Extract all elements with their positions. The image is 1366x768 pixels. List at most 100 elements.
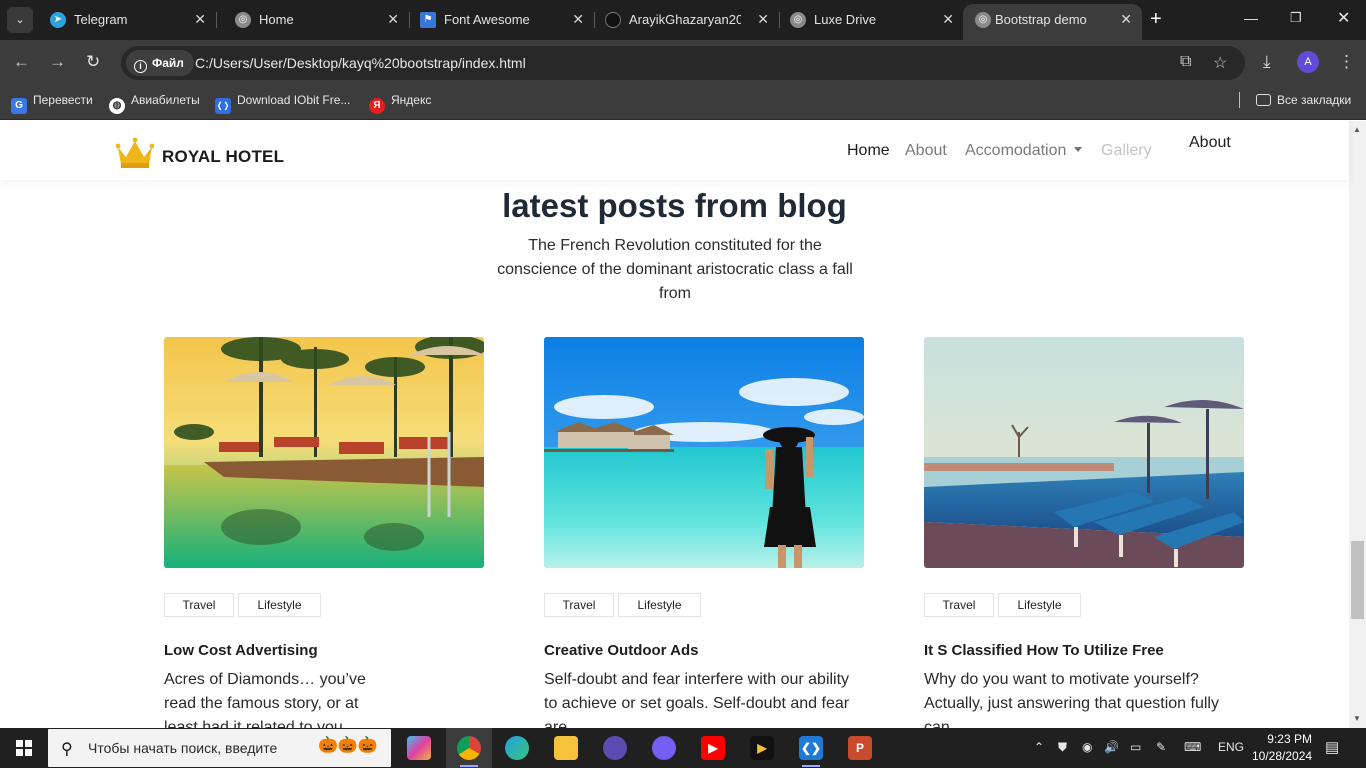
youtube-icon[interactable]: ▶ bbox=[701, 736, 725, 760]
chrome-icon[interactable] bbox=[457, 736, 481, 760]
network-icon[interactable]: ▭ bbox=[1130, 740, 1141, 754]
search-placeholder: Чтобы начать поиск, введите bbox=[88, 740, 278, 756]
globe-icon: ◍ bbox=[109, 98, 125, 114]
bookmarks-bar: G Перевести ◍ Авиабилеты ❬❭ Download IObit … bbox=[0, 86, 1366, 120]
nav-home[interactable]: Home bbox=[847, 142, 890, 160]
close-tab-icon[interactable]: ✕ bbox=[572, 11, 584, 28]
infinity-pool-image[interactable] bbox=[924, 337, 1244, 568]
folder-icon bbox=[1256, 94, 1271, 106]
nav-about[interactable]: About bbox=[905, 142, 947, 160]
restore-button[interactable]: ❐ bbox=[1290, 10, 1302, 26]
tab-font-awesome[interactable]: ⚑ Font Awesome ✕ bbox=[408, 4, 595, 36]
reload-icon[interactable]: ↻ bbox=[86, 52, 100, 72]
resort-pool-image[interactable] bbox=[164, 337, 484, 568]
powerpoint-icon[interactable]: P bbox=[848, 736, 872, 760]
media-player-icon[interactable]: ▶ bbox=[750, 736, 774, 760]
bookmark-translate[interactable]: G Перевести bbox=[11, 93, 93, 114]
close-tab-icon[interactable]: ✕ bbox=[1120, 11, 1132, 28]
keyboard-icon[interactable]: ⌨ bbox=[1184, 740, 1201, 754]
windows-start-icon[interactable] bbox=[16, 740, 32, 756]
globe-icon: ◎ bbox=[790, 12, 806, 28]
translate-icon[interactable]: ⧉ bbox=[1180, 53, 1191, 71]
tab-title: Telegram bbox=[74, 12, 128, 27]
tag-travel[interactable]: Travel bbox=[924, 593, 994, 617]
bookmark-iobit[interactable]: ❬❭ Download IObit Fre... bbox=[215, 93, 350, 114]
github-icon bbox=[605, 12, 621, 28]
tab-bootstrap-demo[interactable]: ◎ Bootstrap demo ✕ bbox=[963, 4, 1142, 40]
scrollbar-thumb[interactable] bbox=[1351, 541, 1364, 619]
tab-luxe-drive[interactable]: ◎ Luxe Drive ✕ bbox=[778, 4, 964, 36]
post-title[interactable]: Creative Outdoor Ads bbox=[544, 642, 698, 659]
minimize-button[interactable]: — bbox=[1244, 10, 1258, 26]
taskbar: ⚲ Чтобы начать поиск, введите 🎃🎃🎃 ▶ ▶ ❮❯… bbox=[0, 728, 1366, 768]
close-tab-icon[interactable]: ✕ bbox=[942, 11, 954, 28]
tab-home[interactable]: ◎ Home ✕ bbox=[223, 4, 410, 36]
tab-telegram[interactable]: ➤ Telegram ✕ bbox=[38, 4, 217, 36]
vscode-icon[interactable]: ❮❯ bbox=[799, 736, 823, 760]
bookmark-star-icon[interactable]: ☆ bbox=[1213, 53, 1227, 73]
file-explorer-icon[interactable] bbox=[554, 736, 578, 760]
info-icon: i bbox=[134, 60, 147, 73]
viber-icon[interactable] bbox=[652, 736, 676, 760]
pumpkins-icon: 🎃🎃🎃 bbox=[318, 737, 378, 754]
tag-lifestyle[interactable]: Lifestyle bbox=[618, 593, 701, 617]
toolbar: ← → ↻ i Файл C:/Users/User/Desktop/kayq%2… bbox=[0, 40, 1366, 86]
tab-title: Luxe Drive bbox=[814, 12, 877, 27]
camera-icon[interactable]: ◉ bbox=[1082, 740, 1092, 754]
page-viewport: ROYAL HOTEL Home About Accomodation Gall… bbox=[0, 121, 1366, 728]
scroll-up-arrow-icon[interactable]: ▲ bbox=[1353, 125, 1361, 134]
page-scrollbar[interactable] bbox=[1349, 121, 1366, 728]
language-indicator[interactable]: ENG bbox=[1218, 740, 1244, 754]
tab-search-button[interactable]: ⌄ bbox=[7, 7, 33, 33]
bookmark-yandex[interactable]: Я Яндекс bbox=[369, 93, 431, 114]
google-translate-icon: G bbox=[11, 98, 27, 114]
tag-lifestyle[interactable]: Lifestyle bbox=[238, 593, 321, 617]
security-icon[interactable]: ⛊ bbox=[1058, 740, 1067, 755]
close-tab-icon[interactable]: ✕ bbox=[757, 11, 769, 28]
url-text[interactable]: C:/Users/User/Desktop/kayq%20bootstrap/i… bbox=[195, 55, 526, 71]
chevron-up-icon[interactable]: ⌃ bbox=[1034, 740, 1044, 754]
post-title[interactable]: Low Cost Advertising bbox=[164, 642, 318, 659]
volume-icon[interactable]: 🔊 bbox=[1104, 740, 1119, 754]
globe-icon: ◎ bbox=[975, 12, 991, 28]
search-icon: ⚲ bbox=[61, 741, 73, 758]
iobit-icon: ❬❭ bbox=[215, 98, 231, 114]
post-excerpt: Self-doubt and fear interfere with our a… bbox=[544, 671, 850, 728]
avatar[interactable]: A bbox=[1297, 51, 1319, 73]
back-arrow-icon[interactable]: ← bbox=[13, 52, 30, 72]
maldives-beach-image[interactable] bbox=[544, 337, 864, 568]
kebab-menu-icon[interactable]: ⋮ bbox=[1338, 52, 1355, 72]
forward-arrow-icon[interactable]: → bbox=[49, 52, 66, 72]
site-info-chip[interactable]: i Файл bbox=[126, 50, 194, 76]
edge-icon[interactable] bbox=[505, 736, 529, 760]
nav-accomodation-dropdown[interactable]: Accomodation bbox=[965, 142, 1083, 160]
pen-icon[interactable]: ✎ bbox=[1156, 740, 1166, 754]
yandex-icon: Я bbox=[369, 98, 385, 114]
download-icon[interactable]: ⤓ bbox=[1263, 52, 1271, 72]
close-window-button[interactable]: ✕ bbox=[1337, 8, 1350, 28]
bookmark-aviabilety[interactable]: ◍ Авиабилеты bbox=[109, 93, 200, 114]
taskbar-search[interactable]: ⚲ Чтобы начать поиск, введите 🎃🎃🎃 bbox=[48, 729, 391, 767]
notifications-icon[interactable]: ▤ bbox=[1325, 738, 1339, 756]
nav-about-secondary[interactable]: About bbox=[1189, 134, 1231, 152]
new-tab-button[interactable]: + bbox=[1150, 9, 1162, 29]
caret-down-icon bbox=[1074, 147, 1083, 152]
close-tab-icon[interactable]: ✕ bbox=[194, 11, 206, 28]
tab-github[interactable]: ArayikGhazaryan2011 ✕ bbox=[593, 4, 780, 36]
scroll-down-arrow-icon[interactable]: ▼ bbox=[1353, 714, 1361, 723]
tag-lifestyle[interactable]: Lifestyle bbox=[998, 593, 1081, 617]
post-title[interactable]: It S Classified How To Utilize Free bbox=[924, 642, 1164, 659]
blog-card: Travel Lifestyle Low Cost Advertising Ac… bbox=[164, 337, 484, 728]
tab-title: Bootstrap demo bbox=[995, 12, 1087, 27]
app-icon[interactable] bbox=[603, 736, 627, 760]
address-bar[interactable]: i Файл C:/Users/User/Desktop/kayq%20boots… bbox=[121, 46, 1245, 80]
blog-card: Travel Lifestyle Creative Outdoor Ads Se… bbox=[544, 337, 864, 728]
post-excerpt: Acres of Diamonds… you’ve read the famou… bbox=[164, 671, 366, 728]
clock[interactable]: 9:23 PM 10/28/2024 bbox=[1252, 731, 1312, 765]
tag-travel[interactable]: Travel bbox=[164, 593, 234, 617]
copilot-icon[interactable] bbox=[407, 736, 431, 760]
all-bookmarks-button[interactable]: Все закладки bbox=[1256, 93, 1351, 107]
close-tab-icon[interactable]: ✕ bbox=[387, 11, 399, 28]
crown-icon bbox=[116, 137, 154, 168]
tag-travel[interactable]: Travel bbox=[544, 593, 614, 617]
